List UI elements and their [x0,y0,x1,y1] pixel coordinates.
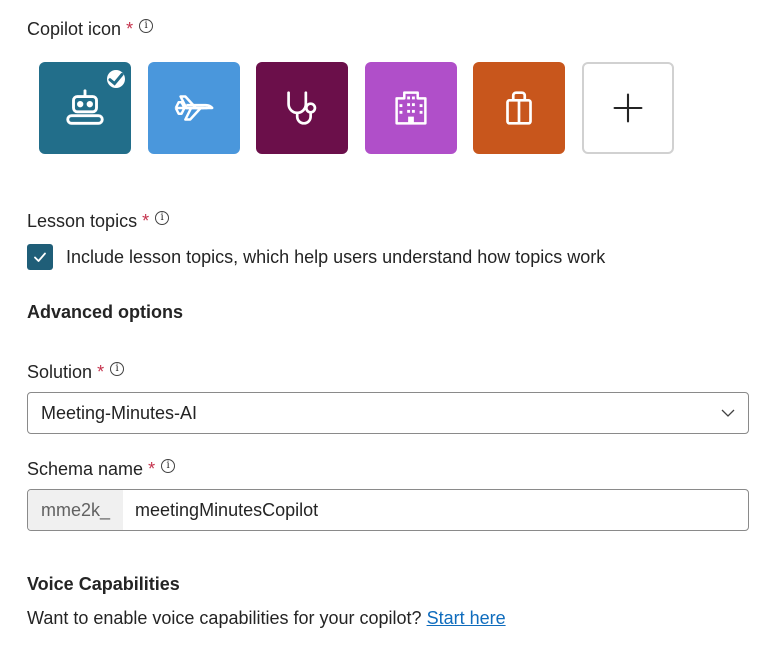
icon-tile-gift[interactable] [473,62,565,154]
stethoscope-icon [287,91,317,125]
info-icon[interactable]: i [139,18,154,33]
icon-tile-airplane[interactable] [148,62,240,154]
solution-label-row: Solution * i [27,361,125,383]
required-asterisk: * [148,459,156,479]
advanced-options-heading: Advanced options [27,302,184,322]
schema-name-label-row: Schema name * i [27,458,176,480]
add-icon-button[interactable] [582,62,674,154]
voice-capabilities-text-row: Want to enable voice capabilities for yo… [27,608,506,629]
lesson-topics-checkbox-text: Include lesson topics, which help users … [66,246,606,267]
voice-capabilities-text: Want to enable voice capabilities for yo… [27,608,427,628]
required-asterisk: * [126,19,134,39]
solution-selected-value: Meeting-Minutes-AI [41,402,198,423]
lesson-topics-checkbox[interactable] [27,244,53,270]
info-icon[interactable]: i [155,210,170,225]
airplane-icon [174,95,214,121]
schema-name-value[interactable]: meetingMinutesCopilot [135,500,318,521]
required-asterisk: * [97,362,105,382]
plus-icon [613,93,643,123]
info-icon[interactable]: i [161,458,176,473]
lesson-topics-checkbox-row[interactable]: Include lesson topics, which help users … [27,244,605,270]
schema-prefix: mme2k_ [28,490,124,530]
copilot-icon-label-row: Copilot icon * i [27,18,154,40]
voice-capabilities-heading: Voice Capabilities [27,574,180,594]
schema-name-input[interactable]: mme2k_ meetingMinutesCopilot [27,489,749,531]
selected-check-icon [107,70,125,88]
lesson-topics-label: Lesson topics [27,211,138,231]
icon-tile-stethoscope[interactable] [256,62,348,154]
checkmark-icon [34,252,46,262]
schema-name-label: Schema name [27,459,144,479]
icon-tile-building[interactable] [365,62,457,154]
copilot-icon-label: Copilot icon [27,19,122,39]
robot-icon [66,89,104,125]
solution-label: Solution [27,362,93,382]
required-asterisk: * [142,211,150,231]
start-here-link[interactable]: Start here [427,608,506,628]
solution-dropdown[interactable]: Meeting-Minutes-AI [27,392,749,434]
chevron-down-icon [721,409,735,417]
building-icon [395,91,427,125]
icon-tile-robot[interactable] [39,62,131,154]
lesson-topics-label-row: Lesson topics * i [27,210,170,232]
info-icon[interactable]: i [110,361,125,376]
gift-icon [506,91,532,125]
